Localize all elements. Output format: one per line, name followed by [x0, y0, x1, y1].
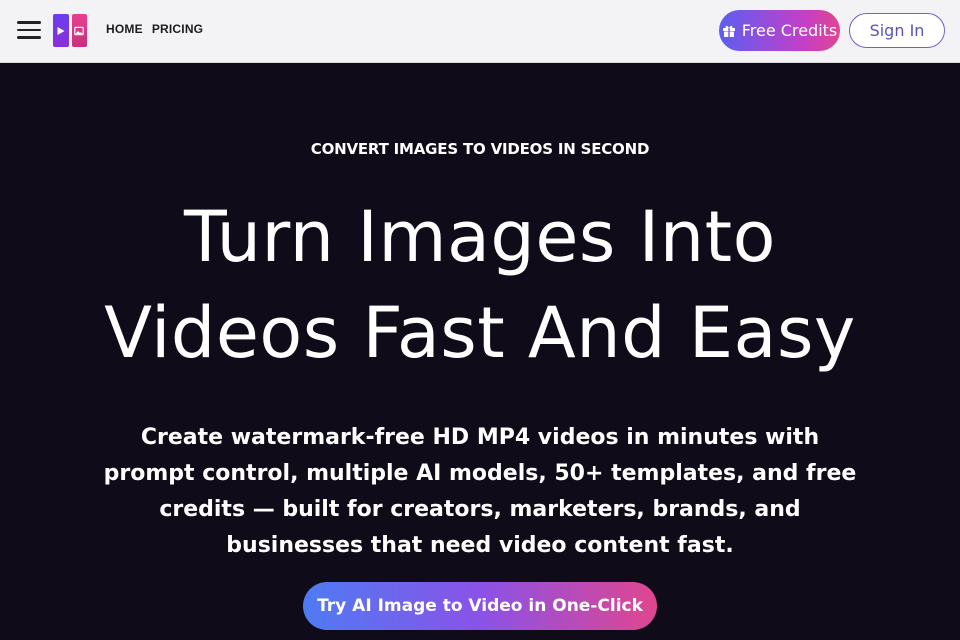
headline-line-1: Turn Images Into: [184, 196, 776, 278]
headline-line-2: Videos Fast And Easy: [104, 292, 856, 374]
top-header: HOME PRICING Free Credits Sign In: [0, 0, 960, 63]
hero-section: CONVERT IMAGES TO VIDEOS IN SECOND Turn …: [0, 64, 960, 640]
hamburger-menu-icon[interactable]: [17, 20, 41, 40]
gift-icon: [722, 25, 735, 37]
try-image-to-video-button[interactable]: Try AI Image to Video in One-Click: [303, 582, 657, 630]
main-nav: HOME PRICING: [106, 22, 203, 36]
sign-in-button[interactable]: Sign In: [849, 13, 945, 48]
app-logo[interactable]: [53, 14, 87, 47]
logo-play-pane: [53, 14, 69, 47]
logo-image-pane: [71, 14, 87, 47]
play-icon: [57, 26, 65, 35]
free-credits-button[interactable]: Free Credits: [719, 10, 840, 51]
image-icon: [74, 26, 85, 35]
hero-subtext: Create watermark-free HD MP4 videos in m…: [103, 425, 857, 558]
nav-pricing-link[interactable]: PRICING: [152, 22, 203, 36]
nav-home-link[interactable]: HOME: [106, 22, 143, 36]
hero-eyebrow: CONVERT IMAGES TO VIDEOS IN SECOND: [310, 140, 650, 158]
free-credits-label: Free Credits: [741, 21, 838, 40]
hero-headline: Turn Images Into Videos Fast And Easy: [0, 189, 960, 381]
